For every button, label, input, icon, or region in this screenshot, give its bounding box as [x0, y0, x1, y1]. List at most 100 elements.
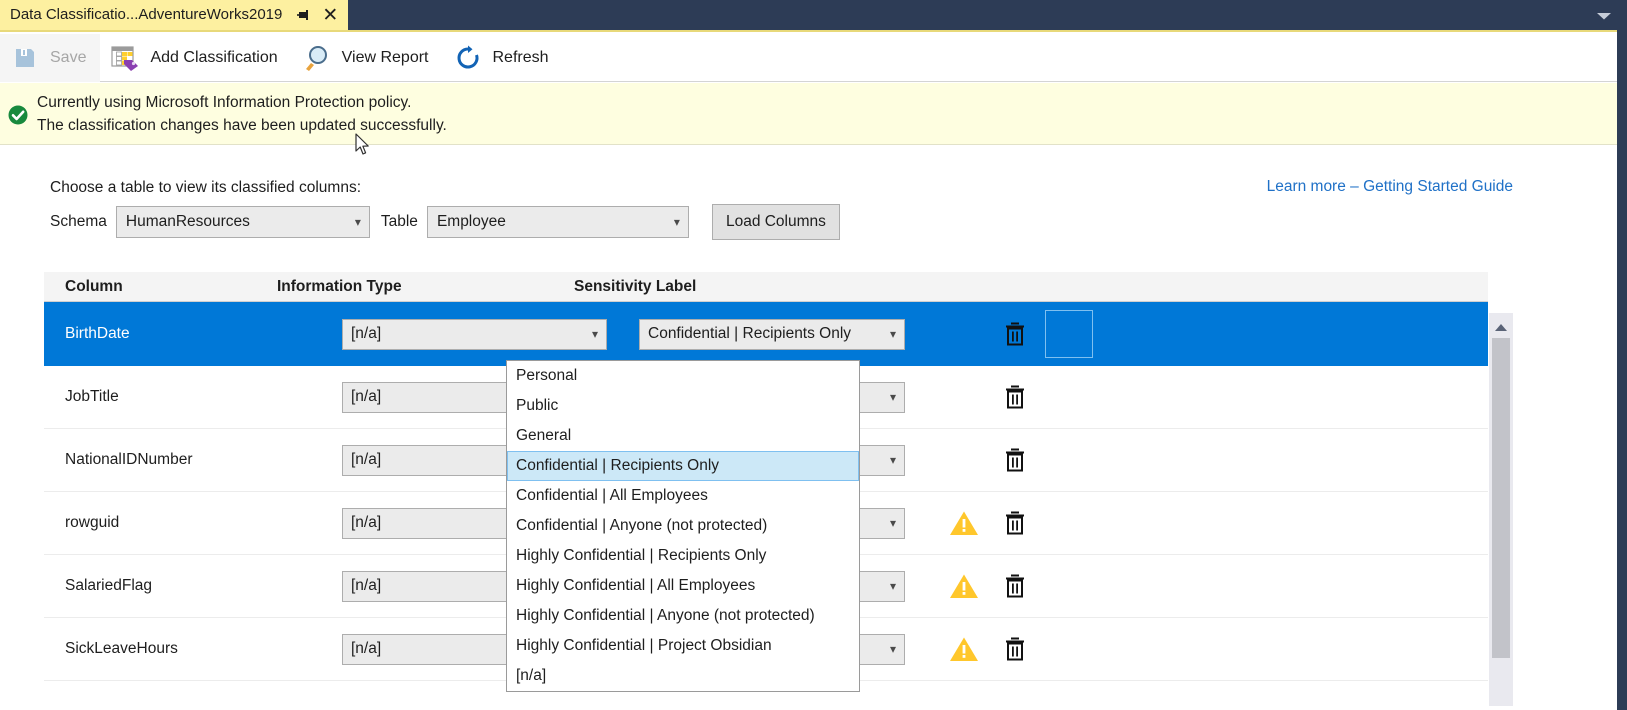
chevron-down-icon: ▾: [890, 390, 896, 404]
information-type-value: [n/a]: [351, 640, 381, 658]
row-column-name: rowguid: [44, 514, 298, 532]
warning-slot: [933, 573, 995, 600]
chevron-down-icon: ▾: [592, 327, 598, 341]
learn-more-link[interactable]: Learn more – Getting Started Guide: [1267, 178, 1513, 196]
row-column-name: JobTitle: [44, 388, 298, 406]
warning-icon: [949, 636, 979, 663]
chevron-down-icon: ▾: [890, 642, 896, 656]
mouse-cursor: [355, 133, 371, 156]
row-column-name: SalariedFlag: [44, 577, 298, 595]
tab-title: Data Classificatio...AdventureWorks2019: [10, 0, 282, 30]
view-report-button[interactable]: View Report: [292, 34, 443, 82]
row-focus-cell[interactable]: [1045, 310, 1093, 358]
save-button[interactable]: Save: [0, 34, 100, 82]
refresh-label: Refresh: [493, 49, 549, 67]
chevron-down-icon: ▾: [674, 215, 680, 229]
chevron-down-icon: ▾: [890, 453, 896, 467]
main-content: Choose a table to view its classified co…: [0, 146, 1617, 710]
dropdown-option-selected[interactable]: Confidential | Recipients Only: [507, 451, 859, 481]
scroll-up-arrow-icon[interactable]: [1489, 313, 1513, 332]
header-sensitivity-label: Sensitivity Label: [574, 278, 871, 296]
grid-vertical-scrollbar[interactable]: [1489, 313, 1513, 706]
pin-icon[interactable]: [295, 6, 313, 24]
save-icon: [10, 43, 40, 73]
magnifier-icon: [302, 43, 332, 73]
infobar-line-1: Currently using Microsoft Information Pr…: [37, 91, 447, 114]
main-toolbar: Save Add Classification: [0, 34, 1617, 82]
chevron-down-icon[interactable]: [1595, 9, 1613, 23]
document-tab[interactable]: Data Classificatio...AdventureWorks2019 …: [0, 0, 348, 32]
sensitivity-label-dropdown-list[interactable]: Personal Public General Confidential | R…: [506, 360, 860, 692]
scroll-thumb[interactable]: [1492, 338, 1510, 658]
trash-icon: [1004, 574, 1026, 598]
right-edge-strip: [1617, 32, 1627, 710]
dropdown-option[interactable]: Personal: [507, 361, 859, 391]
add-classification-label: Add Classification: [150, 49, 277, 67]
table-value: Employee: [437, 213, 506, 231]
chevron-down-icon: ▾: [890, 327, 896, 341]
information-type-value: [n/a]: [351, 514, 381, 532]
add-classification-icon: [110, 43, 140, 73]
dropdown-option[interactable]: Public: [507, 391, 859, 421]
trash-icon: [1004, 448, 1026, 472]
delete-row-button[interactable]: [995, 385, 1035, 409]
header-column: Column: [44, 278, 277, 296]
refresh-button[interactable]: Refresh: [443, 34, 563, 82]
table-row[interactable]: BirthDate [n/a] ▾ Confidential | Recipie…: [44, 302, 1488, 366]
header-information-type: Information Type: [277, 278, 574, 296]
refresh-icon: [453, 43, 483, 73]
information-type-value: [n/a]: [351, 388, 381, 406]
warning-icon: [949, 510, 979, 537]
schema-label: Schema: [50, 213, 107, 231]
information-type-value: [n/a]: [351, 325, 381, 343]
dropdown-option[interactable]: General: [507, 421, 859, 451]
trash-icon: [1004, 637, 1026, 661]
dropdown-option[interactable]: Highly Confidential | Anyone (not protec…: [507, 601, 859, 631]
delete-row-button[interactable]: [995, 322, 1035, 346]
close-icon[interactable]: ✕: [320, 5, 340, 25]
row-column-name: BirthDate: [44, 325, 298, 343]
success-check-icon: [7, 104, 29, 126]
view-report-label: View Report: [342, 49, 429, 67]
trash-icon: [1004, 322, 1026, 346]
dropdown-option[interactable]: [n/a]: [507, 661, 859, 691]
delete-row-button[interactable]: [995, 574, 1035, 598]
delete-row-button[interactable]: [995, 637, 1035, 661]
warning-icon: [949, 573, 979, 600]
warning-slot: [933, 636, 995, 663]
row-column-name: NationalIDNumber: [44, 451, 298, 469]
window-title-bar: Data Classificatio...AdventureWorks2019 …: [0, 0, 1627, 32]
save-label: Save: [50, 49, 86, 67]
grid-header-row: Column Information Type Sensitivity Labe…: [44, 272, 1488, 302]
information-type-value: [n/a]: [351, 451, 381, 469]
table-select[interactable]: Employee ▾: [427, 206, 689, 238]
trash-icon: [1004, 511, 1026, 535]
row-column-name: SickLeaveHours: [44, 640, 298, 658]
choose-table-label: Choose a table to view its classified co…: [50, 179, 361, 197]
dropdown-option[interactable]: Confidential | All Employees: [507, 481, 859, 511]
sensitivity-label-value: Confidential | Recipients Only: [648, 325, 851, 343]
table-label: Table: [381, 213, 418, 231]
chevron-down-icon: ▾: [890, 579, 896, 593]
dropdown-option[interactable]: Highly Confidential | All Employees: [507, 571, 859, 601]
delete-row-button[interactable]: [995, 448, 1035, 472]
load-columns-button[interactable]: Load Columns: [712, 204, 840, 240]
chevron-down-icon: ▾: [890, 516, 896, 530]
tab-strip-underline: [0, 30, 1617, 32]
chevron-down-icon: ▾: [355, 215, 361, 229]
schema-value: HumanResources: [126, 213, 250, 231]
add-classification-button[interactable]: Add Classification: [100, 34, 291, 82]
infobar-line-2: The classification changes have been upd…: [37, 114, 447, 137]
information-type-select[interactable]: [n/a] ▾: [342, 319, 607, 350]
schema-select[interactable]: HumanResources ▾: [116, 206, 370, 238]
trash-icon: [1004, 385, 1026, 409]
status-notification-bar: Currently using Microsoft Information Pr…: [0, 83, 1617, 145]
table-selector-row: Schema HumanResources ▾ Table Employee ▾…: [50, 204, 840, 240]
delete-row-button[interactable]: [995, 511, 1035, 535]
dropdown-option[interactable]: Highly Confidential | Recipients Only: [507, 541, 859, 571]
information-type-value: [n/a]: [351, 577, 381, 595]
warning-slot: [933, 510, 995, 537]
dropdown-option[interactable]: Highly Confidential | Project Obsidian: [507, 631, 859, 661]
dropdown-option[interactable]: Confidential | Anyone (not protected): [507, 511, 859, 541]
sensitivity-label-select[interactable]: Confidential | Recipients Only ▾: [639, 319, 905, 350]
